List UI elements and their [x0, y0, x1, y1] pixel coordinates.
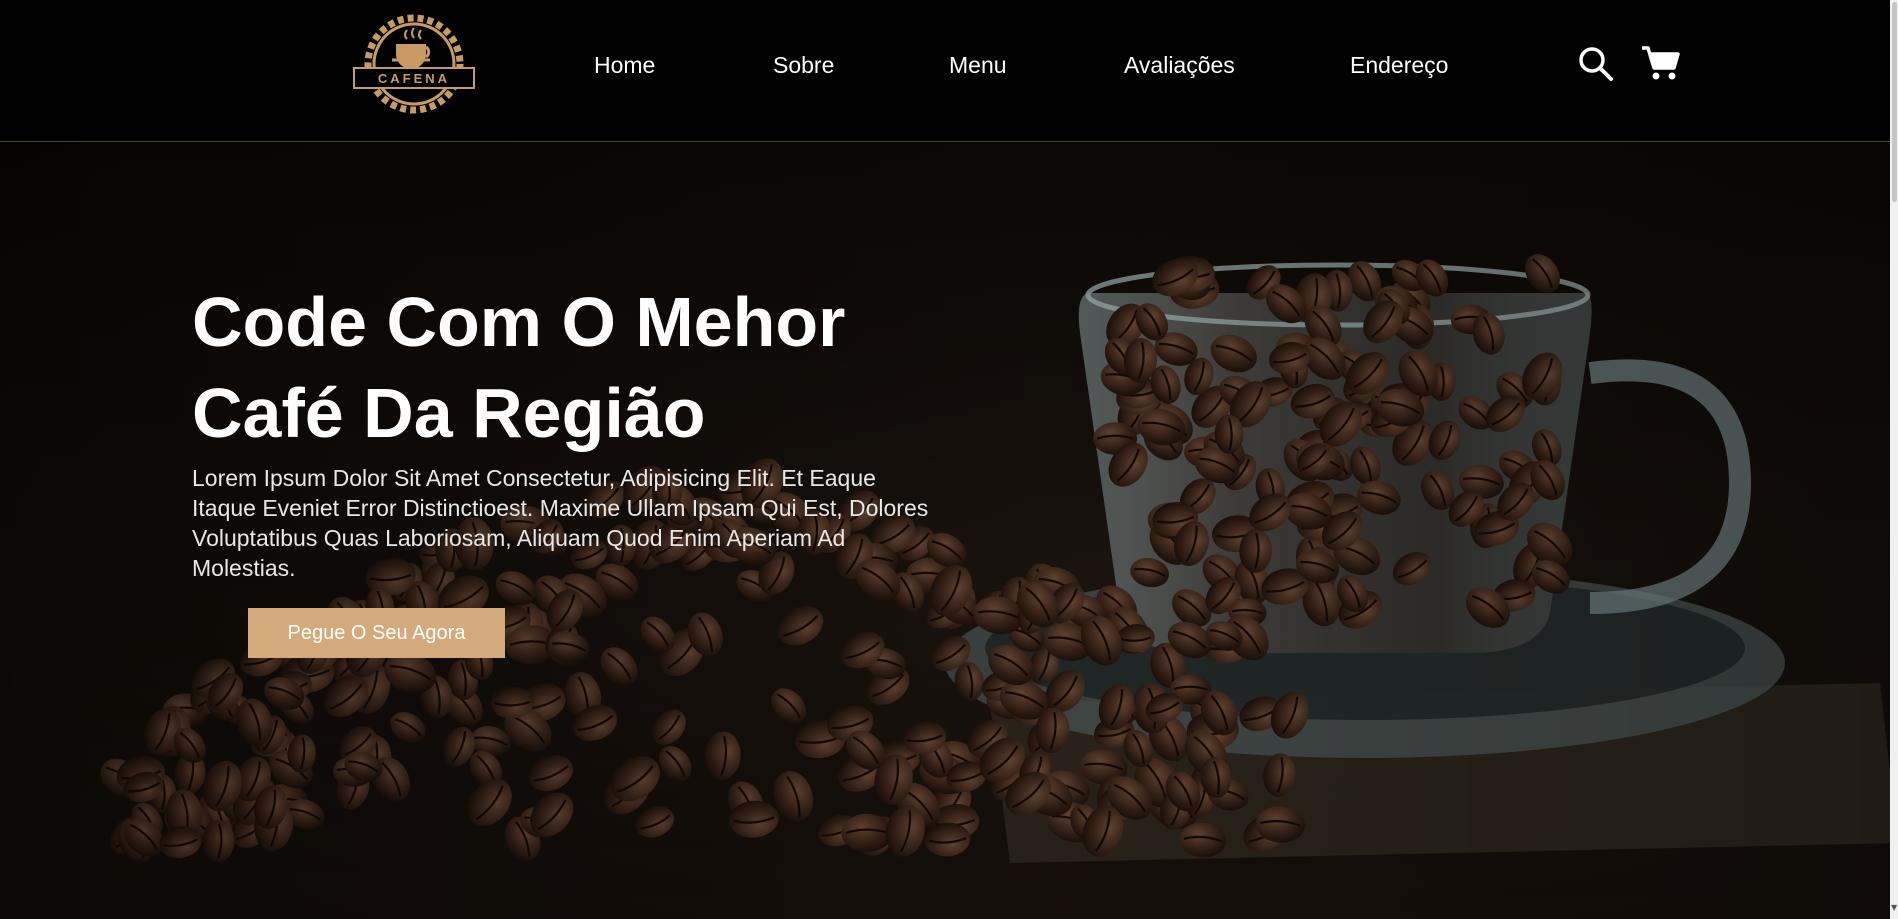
nav-menu[interactable]: Menu — [949, 52, 1007, 79]
cafena-logo[interactable]: CAFENA — [352, 14, 476, 116]
scroll-down-arrow-icon[interactable]: ▼ — [1891, 903, 1897, 913]
logo-text: CAFENA — [378, 71, 450, 86]
search-icon[interactable] — [1576, 44, 1616, 84]
nav-home[interactable]: Home — [594, 52, 655, 79]
hero-title-line-2: Café Da Região — [192, 374, 706, 452]
nav-endereco[interactable]: Endereço — [1350, 52, 1448, 79]
get-yours-now-button[interactable]: Pegue O Seu Agora — [248, 608, 505, 658]
hero-description: Lorem Ipsum Dolor Sit Amet Consectetur, … — [192, 465, 929, 581]
coffee-cup-logo-icon: CAFENA — [353, 14, 475, 114]
site-header: CAFENA Home Sobre Menu Avaliações Endere… — [0, 0, 1898, 142]
scrollbar-thumb[interactable] — [1892, 2, 1897, 202]
hero-section: Code Com O Mehor Café Da Região Lorem Ip… — [0, 143, 1898, 919]
hero-title-line-1: Code Com O Mehor — [192, 283, 846, 361]
nav-sobre[interactable]: Sobre — [773, 52, 834, 79]
nav-avaliacoes[interactable]: Avaliações — [1124, 52, 1235, 79]
hero-title: Code Com O Mehor Café Da Região — [192, 277, 992, 459]
cart-icon[interactable] — [1640, 44, 1680, 82]
